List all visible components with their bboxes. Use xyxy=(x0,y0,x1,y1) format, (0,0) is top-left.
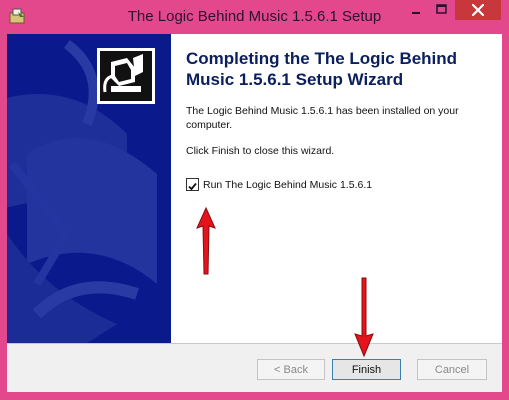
run-app-checkbox[interactable] xyxy=(186,178,199,191)
minimize-icon[interactable] xyxy=(403,0,429,20)
annotation-arrow-icon xyxy=(196,206,216,275)
checkmark-icon xyxy=(188,182,197,191)
title-bar[interactable]: The Logic Behind Music 1.5.6.1 Setup xyxy=(0,0,509,34)
footer-separator xyxy=(7,343,502,344)
finish-instruction: Click Finish to close this wizard. xyxy=(186,145,335,157)
setup-computer-icon xyxy=(97,48,155,104)
cancel-button[interactable]: Cancel xyxy=(417,359,487,380)
back-button[interactable]: < Back xyxy=(257,359,325,380)
run-app-label[interactable]: Run The Logic Behind Music 1.5.6.1 xyxy=(203,179,372,191)
close-icon[interactable] xyxy=(455,0,501,20)
setup-window: The Logic Behind Music 1.5.6.1 Setup Com… xyxy=(0,0,509,400)
wizard-heading: Completing the The Logic Behind Music 1.… xyxy=(186,49,458,89)
maximize-icon[interactable] xyxy=(429,0,454,20)
wizard-banner xyxy=(7,34,171,343)
annotation-arrow-icon xyxy=(354,277,374,358)
wizard-client-area: Completing the The Logic Behind Music 1.… xyxy=(7,34,502,392)
finish-button[interactable]: Finish xyxy=(332,359,401,380)
run-app-option[interactable]: Run The Logic Behind Music 1.5.6.1 xyxy=(186,178,372,191)
installed-message: The Logic Behind Music 1.5.6.1 has been … xyxy=(186,105,459,131)
wizard-content: Completing the The Logic Behind Music 1.… xyxy=(171,34,502,343)
